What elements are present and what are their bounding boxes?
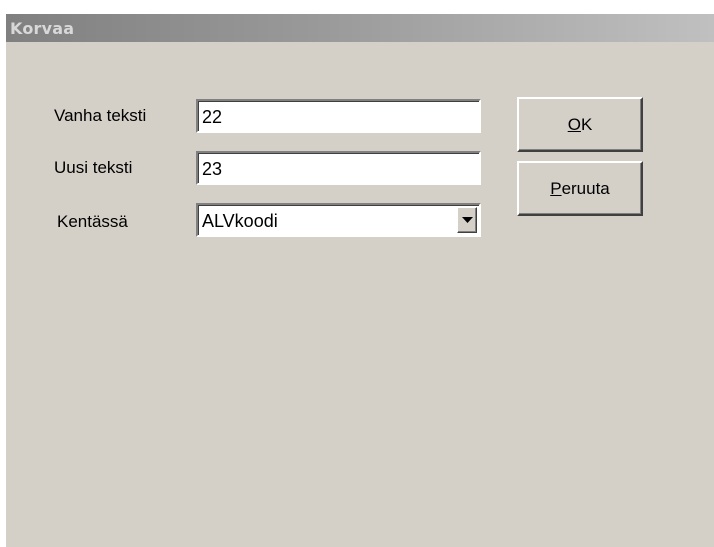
chevron-down-icon [462, 217, 473, 223]
ok-button[interactable]: OK [517, 97, 643, 152]
new-text-input[interactable]: 23 [196, 151, 481, 185]
old-text-label: Vanha teksti [54, 106, 147, 125]
cancel-button[interactable]: Peruuta [517, 161, 643, 216]
replace-dialog: Korvaa Vanha teksti 22 Uusi teksti 23 Ke… [6, 14, 714, 547]
cancel-accelerator: P [550, 179, 562, 198]
new-text-value: 23 [202, 159, 223, 179]
new-text-label: Uusi teksti [54, 158, 133, 177]
field-select[interactable]: ALVkoodi [196, 203, 481, 237]
dropdown-button[interactable] [457, 207, 477, 233]
old-text-input[interactable]: 22 [196, 99, 481, 133]
field-select-label: Kentässä [57, 212, 128, 231]
old-text-value: 22 [202, 107, 223, 127]
cancel-label: eruuta [561, 179, 610, 198]
field-select-value: ALVkoodi [202, 211, 278, 231]
window-title: Korvaa [10, 19, 75, 38]
ok-accelerator: O [567, 115, 581, 134]
ok-label: K [580, 115, 593, 134]
title-bar[interactable]: Korvaa [6, 14, 714, 42]
background-window-edge [0, 0, 714, 14]
